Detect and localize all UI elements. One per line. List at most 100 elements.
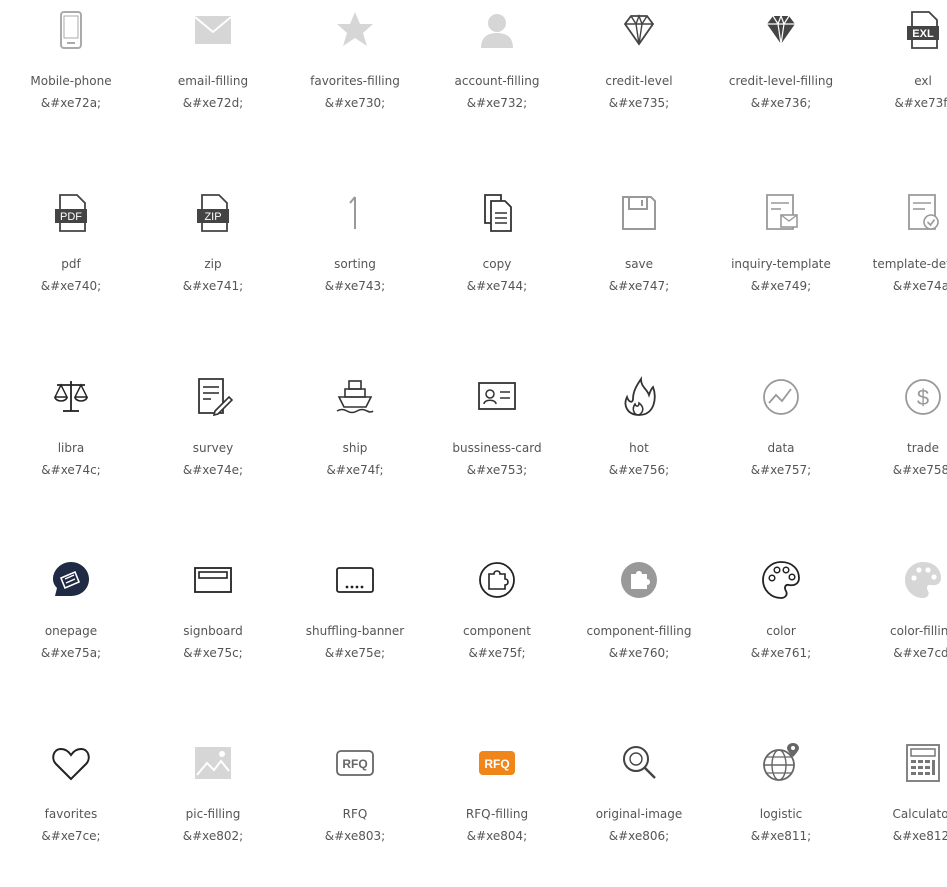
libra-icon	[49, 375, 93, 419]
icon-card-libra[interactable]: libra &#xe74c;	[0, 371, 142, 521]
favorites-icon	[49, 741, 93, 785]
copy-icon	[475, 191, 519, 235]
icon-name: bussiness-card	[452, 441, 542, 455]
icon-name: component	[463, 624, 531, 638]
icon-code: &#xe802;	[182, 829, 244, 843]
credit-level-icon	[617, 8, 661, 52]
template-default-icon	[901, 191, 945, 235]
icon-card-mobile-phone[interactable]: Mobile-phone &#xe72a;	[0, 4, 142, 154]
onepage-icon	[49, 558, 93, 602]
icon-name: RFQ	[342, 807, 368, 821]
icon-name: RFQ-filling	[465, 807, 529, 821]
zip-icon: ZIP	[191, 191, 235, 235]
icon-name: copy	[482, 257, 512, 271]
icon-card-component[interactable]: component &#xe75f;	[426, 554, 568, 704]
icon-card-calculator[interactable]: Calculator &#xe812;	[852, 737, 947, 887]
icon-code: &#xe741;	[182, 279, 244, 293]
pic-filling-icon	[191, 741, 235, 785]
icon-code: &#xe753;	[466, 463, 528, 477]
icon-code: &#xe75f;	[468, 646, 526, 660]
inquiry-template-icon	[759, 191, 803, 235]
icon-name: hot	[629, 441, 649, 455]
exl-badge-text: EXL	[912, 28, 934, 40]
icon-name: zip	[204, 257, 222, 271]
bussiness-card-icon	[475, 375, 519, 419]
email-filling-icon	[191, 8, 235, 52]
icon-card-favorites[interactable]: favorites &#xe7ce;	[0, 737, 142, 887]
icon-card-inquiry-template[interactable]: inquiry-template &#xe749;	[710, 187, 852, 337]
icon-card-rfq[interactable]: RFQ RFQ &#xe803;	[284, 737, 426, 887]
calculator-icon	[901, 741, 945, 785]
component-icon	[475, 558, 519, 602]
icon-card-favorites-filling[interactable]: favorites-filling &#xe730;	[284, 4, 426, 154]
icon-card-hot[interactable]: hot &#xe756;	[568, 371, 710, 521]
trade-icon: $	[901, 375, 945, 419]
rfq-icon: RFQ	[333, 741, 377, 785]
hot-icon	[617, 375, 661, 419]
icon-card-rfq-filling[interactable]: RFQ RFQ-filling &#xe804;	[426, 737, 568, 887]
icon-card-sorting[interactable]: sorting &#xe743;	[284, 187, 426, 337]
icon-card-pdf[interactable]: PDF pdf &#xe740;	[0, 187, 142, 337]
icon-card-credit-level[interactable]: credit-level &#xe735;	[568, 4, 710, 154]
icon-code: &#xe7cd;	[893, 646, 947, 660]
rfq-filling-badge-text: RFQ	[484, 757, 509, 771]
icon-card-shuffling-banner[interactable]: shuffling-banner &#xe75e;	[284, 554, 426, 704]
icon-name: Calculator	[892, 807, 947, 821]
pdf-badge-text: PDF	[60, 211, 82, 223]
icon-card-data[interactable]: data &#xe757;	[710, 371, 852, 521]
icon-card-save[interactable]: save &#xe747;	[568, 187, 710, 337]
icon-card-bussiness-card[interactable]: bussiness-card &#xe753;	[426, 371, 568, 521]
icon-code: &#xe804;	[466, 829, 528, 843]
icon-card-template-default[interactable]: template-default &#xe74a;	[852, 187, 947, 337]
icon-code: &#xe73f;	[894, 96, 947, 110]
icon-card-onepage[interactable]: onepage &#xe75a;	[0, 554, 142, 704]
icon-card-pic-filling[interactable]: pic-filling &#xe802;	[142, 737, 284, 887]
icon-name: shuffling-banner	[305, 624, 405, 638]
icon-card-color[interactable]: color &#xe761;	[710, 554, 852, 704]
icon-card-survey[interactable]: survey &#xe74e;	[142, 371, 284, 521]
icon-card-zip[interactable]: ZIP zip &#xe741;	[142, 187, 284, 337]
rfq-filling-icon: RFQ	[475, 741, 519, 785]
icon-card-trade[interactable]: $ trade &#xe758;	[852, 371, 947, 521]
icon-code: &#xe757;	[750, 463, 812, 477]
icon-code: &#xe747;	[608, 279, 670, 293]
survey-icon	[191, 375, 235, 419]
icon-name: logistic	[759, 807, 803, 821]
icon-name: favorites-filling	[310, 74, 400, 88]
original-image-icon	[617, 741, 661, 785]
icon-name: credit-level-filling	[728, 74, 834, 88]
icon-card-email-filling[interactable]: email-filling &#xe72d;	[142, 4, 284, 154]
pdf-icon: PDF	[49, 191, 93, 235]
icon-code: &#xe743;	[324, 279, 386, 293]
icon-card-account-filling[interactable]: account-filling &#xe732;	[426, 4, 568, 154]
favorites-filling-icon	[333, 8, 377, 52]
icon-name: trade	[907, 441, 939, 455]
icon-code: &#xe7ce;	[41, 829, 101, 843]
icon-name: component-filling	[586, 624, 692, 638]
icon-card-original-image[interactable]: original-image &#xe806;	[568, 737, 710, 887]
icon-name: account-filling	[454, 74, 540, 88]
icon-card-credit-level-filling[interactable]: credit-level-filling &#xe736;	[710, 4, 852, 154]
icon-card-ship[interactable]: ship &#xe74f;	[284, 371, 426, 521]
icon-code: &#xe761;	[750, 646, 812, 660]
icon-name: original-image	[595, 807, 683, 821]
icon-name: sorting	[334, 257, 376, 271]
icon-card-signboard[interactable]: signboard &#xe75c;	[142, 554, 284, 704]
icon-code: &#xe758;	[892, 463, 947, 477]
icon-name: email-filling	[177, 74, 249, 88]
icon-card-color-filling[interactable]: color-filling &#xe7cd;	[852, 554, 947, 704]
data-icon	[759, 375, 803, 419]
signboard-icon	[191, 558, 235, 602]
icon-code: &#xe74f;	[326, 463, 384, 477]
icon-name: signboard	[183, 624, 243, 638]
component-filling-icon	[617, 558, 661, 602]
icon-card-component-filling[interactable]: component-filling &#xe760;	[568, 554, 710, 704]
icon-card-logistic[interactable]: logistic &#xe811;	[710, 737, 852, 887]
svg-text:$: $	[917, 385, 929, 410]
icon-card-exl[interactable]: EXL exl &#xe73f;	[852, 4, 947, 154]
icon-name: libra	[57, 441, 85, 455]
icon-code: &#xe749;	[750, 279, 812, 293]
icon-card-copy[interactable]: copy &#xe744;	[426, 187, 568, 337]
rfq-badge-text: RFQ	[342, 757, 367, 771]
shuffling-banner-icon	[333, 558, 377, 602]
